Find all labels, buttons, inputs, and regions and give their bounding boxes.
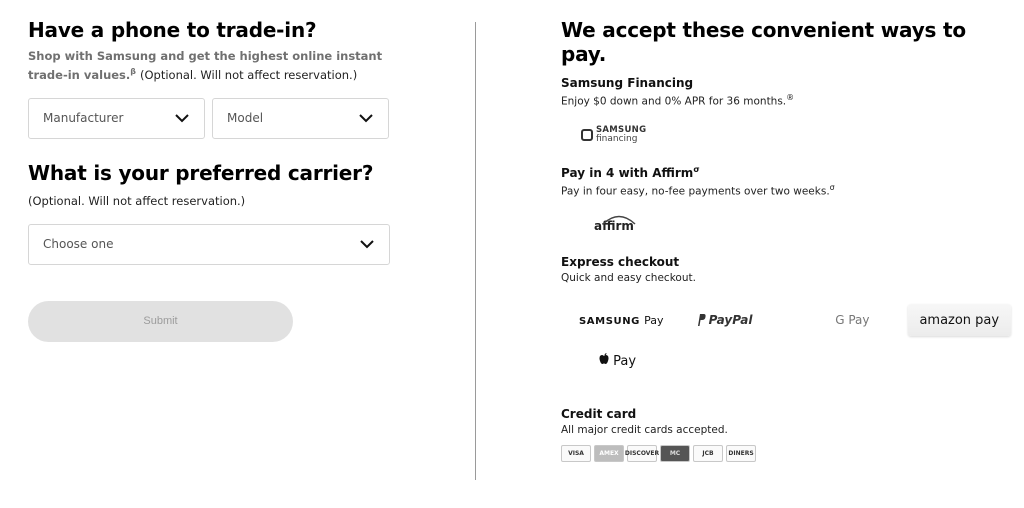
paypal-p-icon	[697, 314, 706, 326]
chevron-down-icon	[175, 114, 189, 123]
express-logos-row: SAMSUNG Pay PayPal G Pay amazon pay	[561, 304, 1011, 336]
apple-icon	[599, 353, 609, 364]
samsung-financing-desc-text: Enjoy $0 down and 0% APR for 36 months.	[561, 95, 787, 108]
paypal-logo-text: PayPal	[708, 313, 753, 327]
samsung-financing-logo-line2: financing	[596, 133, 638, 144]
express-checkout-section: Express checkout Quick and easy checkout…	[561, 255, 1011, 376]
trade-in-footnote-marker: β	[130, 67, 136, 76]
google-pay-word: Pay	[848, 313, 870, 327]
affirm-desc: Pay in four easy, no-fee payments over t…	[561, 183, 1011, 198]
submit-button[interactable]: Submit	[28, 300, 293, 342]
credit-card-title: Credit card	[561, 407, 637, 421]
samsung-financing-title: Samsung Financing	[561, 76, 694, 90]
express-checkout-title: Express checkout	[561, 255, 680, 269]
samsung-financing-footnote-marker: ®	[786, 93, 795, 102]
visa-card-icon: VISA	[561, 445, 591, 462]
affirm-section: Pay in 4 with Affirmσ Pay in four easy, …	[561, 165, 1011, 234]
credit-card-desc: All major credit cards accepted.	[561, 424, 728, 436]
affirm-title-text: Pay in 4 with Affirm	[561, 165, 694, 180]
model-select[interactable]: Model	[212, 97, 389, 139]
trade-in-selects: Manufacturer Model	[28, 97, 398, 139]
affirm-title: Pay in 4 with Affirmσ	[561, 165, 1011, 180]
samsung-pay-word: Pay	[644, 313, 664, 327]
payment-methods-panel: We accept these convenient ways to pay. …	[561, 18, 1011, 462]
express-checkout-desc: Quick and easy checkout.	[561, 272, 696, 284]
express-logos-row-2: Pay	[561, 346, 1011, 376]
trade-in-panel: Have a phone to trade-in? Shop with Sams…	[28, 18, 398, 342]
trade-in-optional-note: (Optional. Will not affect reservation.)	[140, 67, 358, 82]
google-g-icon: G	[835, 313, 845, 327]
affirm-desc-footnote-marker: σ	[829, 182, 835, 192]
manufacturer-select-label: Manufacturer	[43, 111, 124, 126]
manufacturer-select[interactable]: Manufacturer	[28, 97, 205, 139]
chevron-down-icon	[360, 240, 374, 249]
affirm-logo: affirm	[594, 215, 1011, 233]
paypal-logo: PayPal	[678, 313, 796, 327]
credit-card-section: Credit card All major credit cards accep…	[561, 407, 1011, 462]
trade-in-subtitle: Shop with Samsung and get the highest on…	[28, 48, 393, 83]
apple-pay-logo: Pay	[561, 353, 636, 369]
samsung-financing-mark-icon	[581, 128, 593, 141]
discover-card-icon: DISCOVER	[625, 445, 659, 462]
samsung-financing-logo: SAMSUNG financing	[581, 125, 1011, 144]
vertical-divider	[475, 22, 476, 480]
mastercard-card-icon: MC	[660, 445, 690, 462]
carrier-select[interactable]: Choose one	[28, 223, 390, 265]
samsung-financing-section: Samsung Financing Enjoy $0 down and 0% A…	[561, 76, 1011, 144]
samsung-financing-desc: Enjoy $0 down and 0% APR for 36 months.®	[561, 93, 1011, 108]
payments-title: We accept these convenient ways to pay.	[561, 18, 966, 66]
affirm-arc-icon	[602, 215, 636, 225]
model-select-label: Model	[227, 111, 264, 126]
carrier-optional-note: (Optional. Will not affect reservation.)	[28, 193, 246, 208]
credit-card-logos: VISA AMEX DISCOVER MC JCB DINERS	[561, 445, 1011, 462]
amex-card-icon: AMEX	[594, 445, 624, 462]
chevron-down-icon	[359, 114, 373, 123]
affirm-title-footnote-marker: σ	[693, 164, 700, 174]
samsung-pay-brand: SAMSUNG	[579, 315, 640, 327]
jcb-card-icon: JCB	[693, 445, 723, 462]
trade-in-title: Have a phone to trade-in?	[28, 18, 317, 42]
samsung-pay-logo: SAMSUNG Pay	[561, 314, 678, 327]
diners-card-icon: DINERS	[726, 445, 756, 462]
carrier-select-label: Choose one	[43, 237, 114, 252]
apple-pay-word: Pay	[613, 354, 637, 369]
amazon-pay-logo: amazon pay	[907, 304, 1011, 336]
carrier-title: What is your preferred carrier?	[28, 160, 374, 185]
affirm-desc-text: Pay in four easy, no-fee payments over t…	[561, 185, 830, 197]
google-pay-logo: G Pay	[795, 313, 883, 327]
